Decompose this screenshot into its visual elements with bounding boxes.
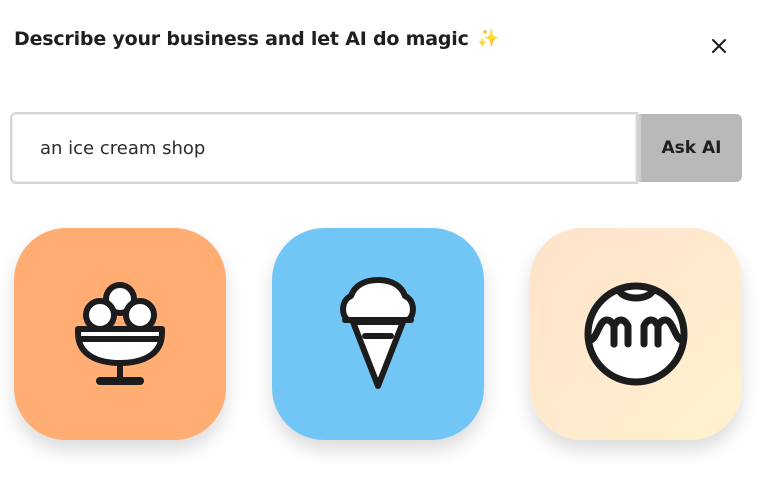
search-row: Ask AI — [10, 112, 742, 184]
sparkle-icon: ✨ — [477, 28, 500, 49]
ask-ai-button[interactable]: Ask AI — [638, 114, 742, 182]
generated-icons-grid — [14, 228, 742, 440]
ice-cream-scoop-face-icon — [584, 282, 688, 386]
ice-cream-cone-icon — [340, 277, 416, 389]
ice-cream-sundae-icon — [75, 282, 165, 385]
icon-option-2[interactable] — [272, 228, 484, 440]
ai-logo-generator-modal: Describe your business and let AI do mag… — [0, 0, 768, 480]
modal-title-text: Describe your business and let AI do mag… — [14, 28, 469, 50]
modal-title: Describe your business and let AI do mag… — [14, 28, 500, 50]
close-icon — [712, 39, 726, 53]
close-button[interactable] — [703, 30, 735, 62]
icon-option-3[interactable] — [530, 228, 742, 440]
search-field[interactable] — [10, 112, 638, 184]
icon-option-1[interactable] — [14, 228, 226, 440]
business-description-input[interactable] — [36, 137, 612, 159]
